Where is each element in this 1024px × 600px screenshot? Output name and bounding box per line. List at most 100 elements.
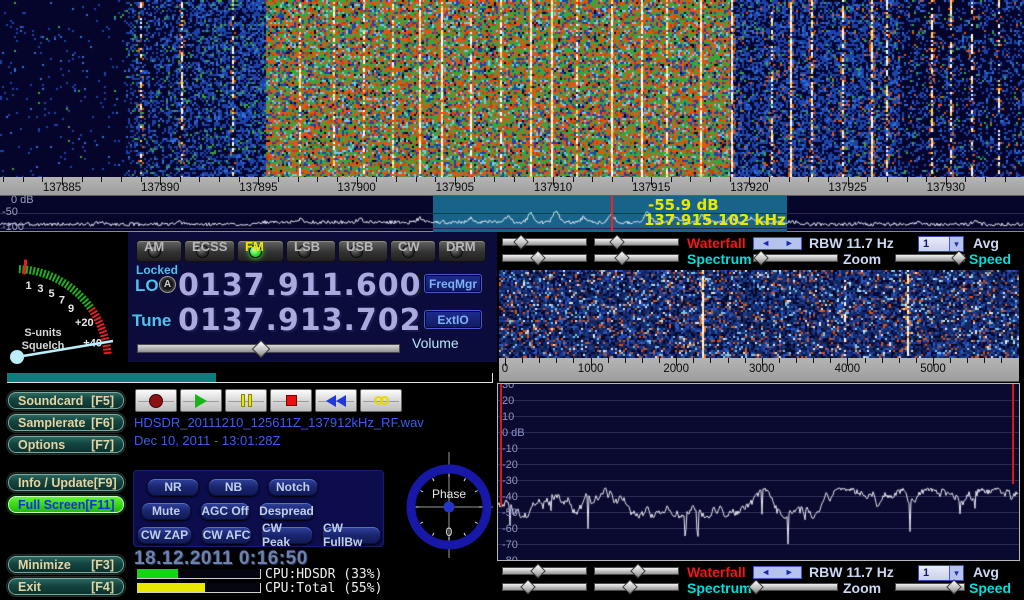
scale-tick (625, 358, 626, 363)
frequency-tick-label: 137930 (916, 182, 976, 194)
lo-auto-button[interactable]: A (159, 276, 176, 293)
minimize-button[interactable]: Minimize[F3] (7, 555, 125, 574)
bottom-waterfall-label: Waterfall (687, 565, 746, 579)
top-speed-slider[interactable] (895, 254, 965, 262)
dropdown-chevron-icon[interactable]: ▾ (949, 566, 963, 580)
top-zoom-slider[interactable] (753, 254, 838, 262)
tune-cursor-line (611, 196, 613, 232)
zoomed-waterfall-display[interactable] (499, 270, 1019, 358)
button-fkey: [F3] (91, 558, 114, 572)
scroll-left-arrow-icon[interactable]: ◄ (761, 567, 770, 578)
cw-afc-button[interactable]: CW AFC (201, 526, 252, 544)
scroll-left-arrow-icon[interactable]: ◄ (761, 238, 770, 249)
soundcard-button[interactable]: Soundcard[F5] (7, 391, 125, 410)
mode-button-am[interactable]: AM (136, 240, 182, 262)
bottom-spectrum-brightness-slider[interactable] (502, 583, 587, 591)
info-update-button[interactable]: Info / Update[F9] (7, 473, 125, 492)
svg-text:Phase: Phase (432, 487, 466, 501)
scale-tick (514, 177, 515, 182)
mode-button-drm[interactable]: DRM (438, 240, 486, 262)
frequency-tick-label: 137910 (523, 182, 583, 194)
loop-button[interactable] (360, 389, 402, 412)
stop-button[interactable] (270, 389, 312, 412)
slider-thumb[interactable] (610, 234, 626, 250)
zoomed-spectrum-plot[interactable]: 3020100 dB-10-20-30-40-50-60-70-80 (497, 383, 1020, 561)
bottom-scroll-bar[interactable]: ◄► (753, 566, 802, 579)
slider-thumb[interactable] (614, 250, 630, 266)
notch-button[interactable]: Notch (268, 478, 318, 496)
rewind-button[interactable] (315, 389, 357, 412)
scroll-right-arrow-icon[interactable]: ► (785, 567, 794, 578)
slider-thumb[interactable] (951, 250, 967, 266)
cw-fullbw-button[interactable]: CW FullBw (322, 526, 381, 544)
slider-thumb[interactable] (753, 250, 769, 266)
slider-thumb[interactable] (530, 250, 546, 266)
dsp-row: Mute AGC Off Despread (141, 502, 314, 520)
exit-button[interactable]: Exit[F4] (7, 577, 125, 596)
scroll-right-arrow-icon[interactable]: ► (785, 238, 794, 249)
extio-button[interactable]: ExtIO (424, 310, 482, 329)
bottom-waterfall-brightness-slider[interactable] (502, 567, 587, 575)
scale-tick (1001, 358, 1002, 363)
control-panel: 13579+20+40S-unitsSquelch Soundcard[F5]S… (0, 232, 1024, 600)
loop-icon (374, 396, 389, 405)
strip-db-label: 0 dB (11, 194, 34, 206)
slider-thumb[interactable] (622, 579, 638, 595)
top-waterfall-brightness-slider[interactable] (502, 238, 587, 246)
lo-frequency-display[interactable]: 0137.911.600 (178, 268, 422, 303)
playback-position-bar[interactable] (7, 373, 493, 383)
mode-button-lsb[interactable]: LSB (286, 240, 336, 262)
volume-slider[interactable] (137, 344, 400, 353)
mode-button-usb[interactable]: USB (338, 240, 388, 262)
slider-thumb[interactable] (946, 579, 962, 595)
volume-label: Volume (412, 335, 459, 351)
mode-button-cw[interactable]: CW (390, 240, 436, 262)
top-avg-dropdown[interactable]: 1▾ (918, 236, 964, 252)
main-spectrum-strip[interactable]: -55.9 dB 137.915.102 kHz 0 dB-50-100 (0, 196, 1024, 232)
scale-tick (899, 358, 900, 363)
button-fkey: [F5] (91, 394, 114, 408)
bottom-speed-label: Speed (969, 581, 1011, 595)
top-control-row: Waterfall◄►RBW 11.7 Hz1▾Avg (497, 236, 1024, 250)
slider-thumb[interactable] (520, 579, 536, 595)
top-scroll-bar[interactable]: ◄► (753, 237, 802, 250)
scale-tick (101, 177, 102, 182)
full-screen-button[interactable]: Full Screen[F11] (7, 495, 125, 514)
frequency-tick-label: 137925 (818, 182, 878, 194)
mode-selector: AMECSSFMLSBUSBCWDRM (136, 240, 486, 262)
bottom-avg-dropdown[interactable]: 1▾ (918, 565, 964, 581)
zoomed-frequency-scale[interactable]: 010002000300040005000 (499, 358, 1019, 382)
top-spectrum-brightness-slider[interactable] (502, 254, 587, 262)
main-waterfall-display[interactable] (0, 0, 1024, 177)
samplerate-button[interactable]: Samplerate[F6] (7, 413, 125, 432)
slider-thumb[interactable] (530, 563, 546, 579)
bottom-waterfall-contrast-slider[interactable] (594, 567, 679, 575)
top-spectrum-contrast-slider[interactable] (594, 254, 679, 262)
slider-thumb[interactable] (513, 234, 529, 250)
options-button[interactable]: Options[F7] (7, 435, 125, 454)
frequency-scale[interactable]: 1378851378901378951379001379051379101379… (0, 177, 1024, 196)
spectrum-db-label: 20 (502, 395, 514, 407)
freqmgr-button[interactable]: FreqMgr (424, 274, 482, 293)
agc-off-button[interactable]: AGC Off (200, 502, 250, 520)
mode-button-fm[interactable]: FM (237, 240, 284, 262)
play-button[interactable] (180, 389, 222, 412)
slider-thumb[interactable] (630, 563, 646, 579)
bottom-spectrum-contrast-slider[interactable] (594, 583, 679, 591)
tune-frequency-display[interactable]: 0137.913.702 (178, 303, 422, 338)
pause-button[interactable] (225, 389, 267, 412)
mute-button[interactable]: Mute (141, 502, 191, 520)
despread-button[interactable]: Despread (259, 502, 314, 520)
button-fkey: [F11] (85, 498, 114, 512)
top-waterfall-contrast-slider[interactable] (594, 238, 679, 246)
mode-button-ecss[interactable]: ECSS (184, 240, 235, 262)
dropdown-chevron-icon[interactable]: ▾ (949, 237, 963, 251)
nb-button[interactable]: NB (208, 478, 259, 496)
nr-button[interactable]: NR (147, 478, 199, 496)
bottom-speed-slider[interactable] (895, 583, 965, 591)
top-avg-label: Avg (973, 236, 999, 250)
record-button[interactable] (135, 389, 177, 412)
bottom-zoom-slider[interactable] (753, 583, 838, 591)
cw-zap-button[interactable]: CW ZAP (137, 526, 192, 544)
cw-peak-button[interactable]: CW Peak (261, 526, 313, 544)
